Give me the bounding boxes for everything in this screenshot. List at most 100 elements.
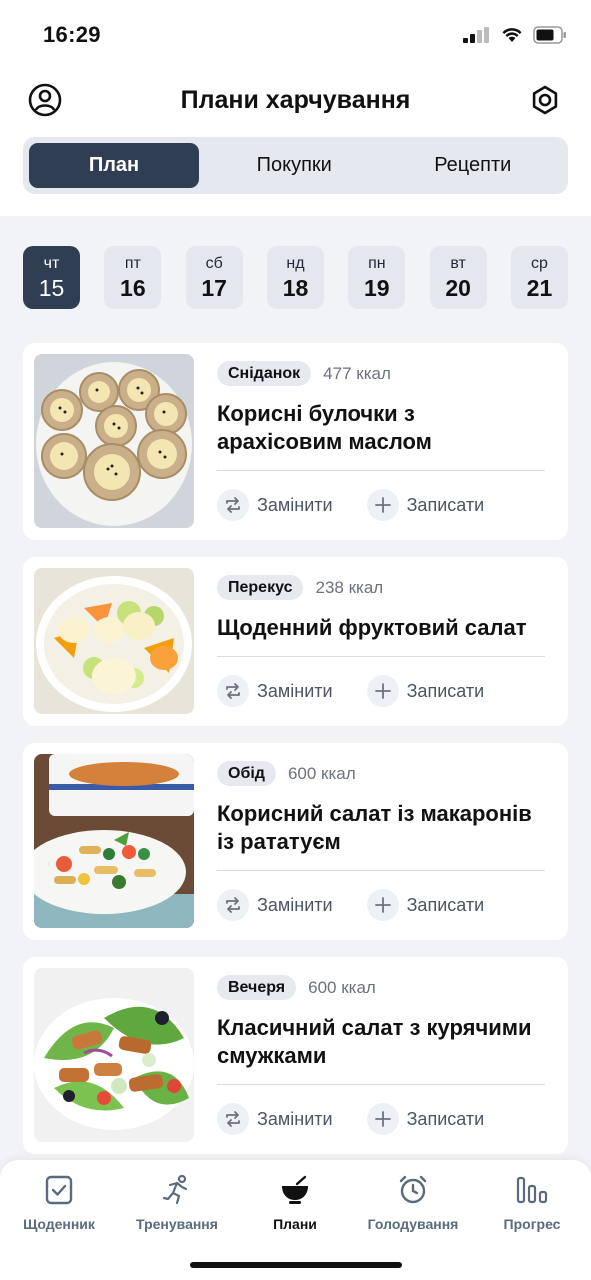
day-name: чт xyxy=(43,254,60,272)
meal-info: Сніданок 477 ккал Корисні булочки з арахі… xyxy=(217,361,545,456)
tab-plan[interactable]: План xyxy=(29,143,199,188)
bowl-icon xyxy=(282,1175,308,1204)
meal-actions: Замінити Записати xyxy=(217,889,568,921)
meal-card-dinner[interactable]: Вечеря 600 ккал Класичний салат з курячим… xyxy=(23,957,568,1154)
log-button[interactable]: Записати xyxy=(366,1103,485,1135)
log-button[interactable]: Записати xyxy=(366,889,485,921)
tab-diary[interactable]: Щоденник xyxy=(0,1170,118,1232)
meal-title[interactable]: Корисні булочки з арахісовим маслом xyxy=(217,400,545,456)
meal-calories: 600 ккал xyxy=(308,977,376,997)
segmented-control: План Покупки Рецепти xyxy=(23,137,568,194)
plus-icon xyxy=(366,489,399,521)
meal-calories: 600 ккал xyxy=(287,763,356,783)
meal-card-snack[interactable]: Перекус 238 ккал Щоденний фруктовий салат… xyxy=(23,557,568,726)
meal-photo[interactable] xyxy=(34,754,194,928)
day-chip[interactable]: сб 17 xyxy=(185,246,243,309)
day-number: 15 xyxy=(38,274,65,301)
divider xyxy=(217,470,545,471)
day-chip[interactable]: ср 21 xyxy=(510,246,568,309)
day-chip[interactable]: пн 19 xyxy=(348,246,406,309)
tab-label: Прогрес xyxy=(503,1216,561,1232)
chicken-salad-photo xyxy=(34,968,194,1142)
day-number: 21 xyxy=(526,274,553,301)
banana-rolls-photo xyxy=(34,354,194,528)
meal-photo[interactable] xyxy=(34,568,194,714)
meal-title[interactable]: Класичний салат з курячими смужками xyxy=(217,1014,545,1070)
meal-actions: Замінити Записати xyxy=(217,1103,568,1135)
day-name: ср xyxy=(531,254,548,272)
day-name: вт xyxy=(450,254,466,272)
replace-button[interactable]: Замінити xyxy=(217,489,333,521)
swap-icon xyxy=(217,675,249,707)
replace-label: Замінити xyxy=(257,894,333,915)
meal-info: Перекус 238 ккал Щоденний фруктовий салат xyxy=(217,575,545,642)
divider xyxy=(217,1084,545,1085)
meal-actions: Замінити Записати xyxy=(217,675,568,707)
meal-calories: 477 ккал xyxy=(323,363,391,383)
day-number: 16 xyxy=(120,274,146,301)
diary-check-icon xyxy=(45,1175,73,1205)
day-chip[interactable]: пт 16 xyxy=(104,246,162,309)
divider xyxy=(217,870,545,871)
day-chip[interactable]: нд 18 xyxy=(266,246,324,309)
tab-progress[interactable]: Прогрес xyxy=(473,1170,591,1232)
meal-type-badge: Перекус xyxy=(217,575,304,600)
log-button[interactable]: Записати xyxy=(366,489,485,521)
day-chip[interactable]: вт 20 xyxy=(429,246,487,309)
alarm-clock-icon xyxy=(399,1175,427,1204)
tab-training[interactable]: Тренування xyxy=(118,1170,236,1232)
log-label: Записати xyxy=(406,1108,485,1129)
meal-photo[interactable] xyxy=(34,968,194,1142)
log-label: Записати xyxy=(406,494,485,515)
day-name: пт xyxy=(124,254,141,272)
meal-card-breakfast[interactable]: Сніданок 477 ккал Корисні булочки з арахі… xyxy=(23,343,568,540)
plus-icon xyxy=(366,675,399,707)
meal-card-lunch[interactable]: Обід 600 ккал Корисний салат із макаронів… xyxy=(23,743,568,940)
status-time: 16:29 xyxy=(43,22,101,47)
replace-button[interactable]: Замінити xyxy=(217,675,333,707)
replace-button[interactable]: Замінити xyxy=(217,1103,333,1135)
meal-title[interactable]: Корисний салат із макаронів із рататуєм xyxy=(217,800,545,856)
meal-actions: Замінити Записати xyxy=(217,489,568,521)
day-name: нд xyxy=(286,254,305,272)
log-button[interactable]: Записати xyxy=(366,675,485,707)
settings-button[interactable] xyxy=(527,82,563,118)
page-title: Плани харчування xyxy=(180,86,411,114)
replace-label: Замінити xyxy=(257,494,333,515)
day-name: сб xyxy=(205,254,223,272)
pasta-salad-photo xyxy=(34,754,194,928)
replace-label: Замінити xyxy=(257,680,333,701)
day-selector: чт 15 пт 16 сб 17 нд 18 пн 19 вт 20 ср 21 xyxy=(23,246,568,309)
day-number: 19 xyxy=(364,274,390,301)
status-icons xyxy=(463,26,567,44)
meal-type-badge: Вечеря xyxy=(217,975,297,1000)
tab-recipes[interactable]: Рецепти xyxy=(384,143,563,188)
day-number: 18 xyxy=(282,274,309,301)
day-name: пн xyxy=(368,254,386,272)
tab-shopping[interactable]: Покупки xyxy=(205,143,384,188)
divider xyxy=(217,656,545,657)
fruit-salad-photo xyxy=(34,568,194,714)
meal-photo[interactable] xyxy=(34,354,194,528)
tab-fasting[interactable]: Голодування xyxy=(354,1170,472,1232)
meal-calories: 238 ккал xyxy=(315,577,384,597)
tab-label: Голодування xyxy=(367,1216,459,1232)
swap-icon xyxy=(217,489,249,521)
meal-info: Обід 600 ккал Корисний салат із макаронів… xyxy=(217,761,545,856)
tab-label: Плани xyxy=(273,1216,317,1232)
wifi-icon xyxy=(502,28,522,42)
plus-icon xyxy=(366,889,399,921)
status-bar: 16:29 xyxy=(0,0,591,70)
swap-icon xyxy=(217,889,249,921)
log-label: Записати xyxy=(406,894,485,915)
meal-type-badge: Сніданок xyxy=(217,361,312,386)
tab-label: Тренування xyxy=(136,1216,218,1232)
replace-button[interactable]: Замінити xyxy=(217,889,333,921)
day-number: 17 xyxy=(201,274,227,301)
log-label: Записати xyxy=(406,680,485,701)
replace-label: Замінити xyxy=(257,1108,333,1129)
swap-icon xyxy=(217,1103,249,1135)
tab-plans[interactable]: Плани xyxy=(236,1170,354,1232)
day-chip[interactable]: чт 15 xyxy=(23,246,80,309)
meal-title[interactable]: Щоденний фруктовий салат xyxy=(217,614,545,642)
